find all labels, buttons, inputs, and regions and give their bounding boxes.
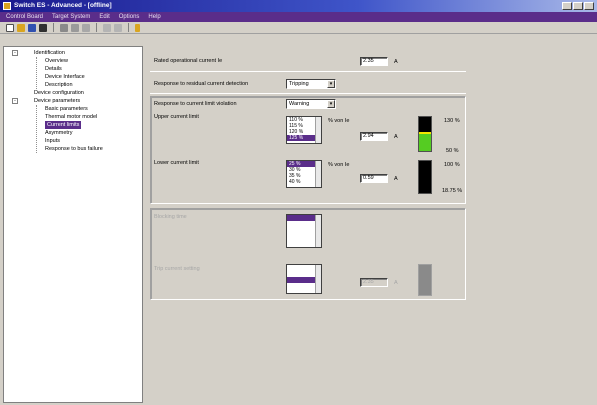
upper-limit-field[interactable]: 2.94 [360, 132, 388, 141]
toolbar-separator [53, 23, 54, 32]
tree-item-inputs[interactable]: Inputs [4, 137, 142, 145]
trip-current-list[interactable] [286, 264, 322, 294]
app-icon [3, 2, 11, 10]
blocking-time-label: Blocking time [154, 214, 187, 220]
cut-icon[interactable] [60, 23, 68, 32]
close-icon[interactable] [584, 2, 594, 10]
upper-limit-gauge [418, 116, 432, 152]
tree-item-response-to-bus-failure[interactable]: Response to bus failure [4, 145, 142, 153]
menu-options[interactable]: Options [119, 12, 140, 22]
tree-item-identification[interactable]: - Identification [4, 49, 142, 57]
tree-item-asymmetry[interactable]: Asymmetry [4, 129, 142, 137]
print-icon[interactable] [39, 23, 47, 32]
trip-current-gauge [418, 264, 432, 296]
toolbar [0, 22, 597, 34]
new-icon[interactable] [6, 23, 14, 32]
tree-item-description[interactable]: Description [4, 81, 142, 89]
tree-item-details[interactable]: Details [4, 65, 142, 73]
tree-item-basic-parameters[interactable]: Basic parameters [4, 105, 142, 113]
upper-limit-unit: A [394, 134, 398, 140]
trip-current-label: Trip current setting [154, 266, 200, 272]
copy-icon[interactable] [71, 23, 79, 32]
maximize-icon[interactable] [573, 2, 583, 10]
rated-current-field[interactable]: 2.35 [360, 57, 388, 66]
tree-item-device-parameters[interactable]: - Device parameters [4, 97, 142, 105]
help-icon[interactable] [135, 23, 140, 32]
scrollbar[interactable] [315, 117, 321, 143]
chevron-down-icon[interactable]: ▾ [327, 100, 335, 108]
upper-scale-bottom: 50 % [446, 148, 459, 154]
collapse-icon[interactable]: - [12, 50, 18, 56]
rated-current-unit: A [394, 59, 398, 65]
lower-limit-dim: % von Ie [328, 162, 350, 168]
menu-control-board[interactable]: Control Board [6, 12, 43, 22]
trip-current-unit: A [394, 280, 398, 286]
rated-current-label: Rated operational current Ie [154, 58, 223, 64]
lower-limit-list[interactable]: 25 % 30 % 35 % 40 % [286, 160, 322, 188]
open-icon[interactable] [17, 23, 25, 32]
tree-item-current-limits[interactable]: Current limits [4, 121, 142, 129]
minimize-icon[interactable] [562, 2, 572, 10]
menu-bar: Control Board Target System Edit Options… [0, 12, 597, 22]
limit-response-label: Response to current limit violation [154, 101, 237, 107]
menu-edit[interactable]: Edit [99, 12, 109, 22]
lower-scale-bottom: 18.75 % [442, 188, 463, 194]
toolbar-separator [96, 23, 97, 32]
redo-icon[interactable] [114, 23, 122, 32]
toolbar-separator [128, 23, 129, 32]
residual-response-label: Response to residual current detection [154, 81, 249, 87]
lower-limit-field[interactable]: 0.59 [360, 174, 388, 183]
lower-limit-label: Lower current limit [154, 160, 199, 166]
gauge-fill [419, 134, 431, 151]
undo-icon[interactable] [103, 23, 111, 32]
paste-icon[interactable] [82, 23, 90, 32]
trip-current-field[interactable]: 2.35 [360, 278, 388, 287]
lower-limit-unit: A [394, 176, 398, 182]
parameter-panel: Rated operational current Ie 2.35 A Resp… [146, 46, 597, 405]
menu-target-system[interactable]: Target System [52, 12, 90, 22]
tree-item-thermal-motor-model[interactable]: Thermal motor model [4, 113, 142, 121]
residual-response-select[interactable]: Tripping ▾ [286, 79, 336, 89]
collapse-icon[interactable]: - [12, 98, 18, 104]
tree-item-device-configuration[interactable]: Device configuration [4, 89, 142, 97]
menu-help[interactable]: Help [148, 12, 160, 22]
chevron-down-icon[interactable]: ▾ [327, 80, 335, 88]
upper-limit-label: Upper current limit [154, 114, 199, 120]
upper-limit-dim: % von Ie [328, 118, 350, 124]
scrollbar[interactable] [315, 215, 321, 247]
tree-item-device-interface[interactable]: Device Interface [4, 73, 142, 81]
window-title: Switch ES - Advanced - [offline] [14, 2, 112, 9]
save-icon[interactable] [28, 23, 36, 32]
window-controls [562, 2, 594, 10]
scrollbar[interactable] [315, 265, 321, 293]
lower-limit-gauge [418, 160, 432, 194]
tree-item-overview[interactable]: Overview [4, 57, 142, 65]
scrollbar[interactable] [315, 161, 321, 187]
blocking-time-list[interactable] [286, 214, 322, 248]
separator [150, 93, 466, 94]
navigation-tree: - Identification Overview Details Device… [3, 46, 143, 403]
limit-response-select[interactable]: Warning ▾ [286, 99, 336, 109]
upper-limit-list[interactable]: 110 % 115 % 120 % 125 % [286, 116, 322, 144]
upper-scale-top: 130 % [444, 118, 460, 124]
title-bar: Switch ES - Advanced - [offline] [0, 0, 597, 12]
separator [150, 71, 466, 72]
lower-scale-top: 100 % [444, 162, 460, 168]
